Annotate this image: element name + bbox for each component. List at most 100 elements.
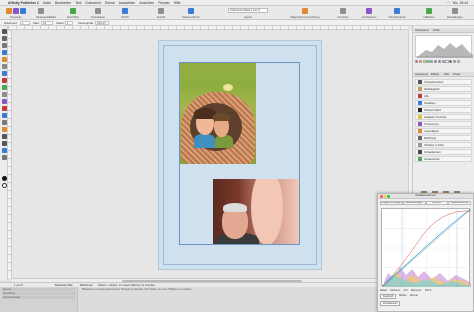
ctx-dokument-field[interactable]: 1 [20, 21, 30, 25]
snapping-icon[interactable] [302, 8, 308, 14]
adjustment-item[interactable]: Gradation [415, 100, 472, 106]
mode-select[interactable]: Normal [410, 294, 418, 299]
node-tool-icon[interactable] [1, 36, 7, 41]
font-icon[interactable] [122, 8, 128, 14]
menu-auswaehlen[interactable]: Auswählen [119, 1, 136, 5]
menu-dokument[interactable]: Dokument [85, 1, 100, 5]
combine-icon[interactable] [366, 8, 372, 14]
wifi-icon[interactable]: ◠ [447, 1, 450, 5]
curves-dialog[interactable]: Gradationskurven Vorgabe hinzufügen Zusa… [377, 193, 474, 312]
adjustment-item[interactable]: Tonwertkorrektur [415, 79, 472, 85]
opacity-button[interactable]: Deckkraft [380, 294, 397, 299]
adjustment-item[interactable]: Tontrennung [415, 121, 472, 127]
curves-max-value[interactable]: 100 % [425, 289, 432, 292]
adjustment-item[interactable]: Belichtung [415, 135, 472, 141]
background-icon[interactable] [38, 8, 44, 14]
swatch[interactable] [445, 60, 449, 64]
swatch[interactable] [426, 60, 430, 64]
transform-icon[interactable] [394, 8, 400, 14]
tab-anpassung[interactable]: Anpassung [415, 73, 428, 76]
ctx-masze-field[interactable]: 210 mm [95, 21, 109, 25]
ellipse-tool-icon[interactable] [1, 99, 7, 104]
bottom-panel-row[interactable]: Zwischenablage [2, 296, 75, 299]
arrange-icon[interactable] [340, 8, 346, 14]
preset-combine-button[interactable]: Zusammenführen [448, 201, 471, 205]
align-icon[interactable] [70, 8, 76, 14]
menu-datei[interactable]: Datei [43, 1, 51, 5]
curves-channel[interactable]: Master [380, 289, 387, 292]
fill-tool-icon[interactable] [1, 85, 7, 90]
persona-publisher-icon[interactable] [6, 8, 12, 14]
adjustment-item[interactable]: HSL [415, 93, 472, 99]
guides-icon[interactable] [426, 8, 432, 14]
artistic-text-tool-icon[interactable] [1, 64, 7, 69]
table-tool-icon[interactable] [1, 50, 7, 55]
reset-button[interactable]: Zurücksetzen [380, 301, 401, 306]
preset-add-button[interactable]: Vorgabe hinzufügen [380, 201, 403, 205]
swatch[interactable] [430, 60, 434, 64]
tab-pinsel[interactable]: Pinsel [453, 73, 460, 76]
menu-ebene[interactable]: Ebene [105, 1, 115, 5]
pencil-tool-icon[interactable] [1, 78, 7, 83]
tab-histogramm[interactable]: Histogramm [415, 29, 429, 32]
tab-effekte[interactable]: Effekte [431, 73, 439, 76]
swatch[interactable] [415, 60, 419, 64]
menu-fenster[interactable]: Fenster [158, 1, 170, 5]
menu-hilfe[interactable]: Hilfe [174, 1, 181, 5]
swatch[interactable] [422, 60, 426, 64]
color-stroke-icon[interactable] [1, 183, 7, 188]
vector-crop-tool-icon[interactable] [1, 155, 7, 160]
page-break-icon[interactable] [188, 8, 194, 14]
settings-icon[interactable] [452, 8, 458, 14]
maximize-icon[interactable] [387, 195, 390, 198]
hand-tool-icon[interactable] [1, 134, 7, 139]
adjustment-item[interactable]: Weißabgleich [415, 86, 472, 92]
swatch[interactable] [433, 60, 438, 64]
adjustment-item[interactable]: Helligkeit / Kontrast [415, 114, 472, 120]
app-menu[interactable]: Affinity Publisher 2 [8, 1, 39, 5]
zoom-tool-icon[interactable] [1, 141, 7, 146]
close-icon[interactable] [380, 195, 383, 198]
move-tool-icon[interactable] [1, 29, 7, 34]
preset-merge-button[interactable]: Zusammenfügen [402, 201, 426, 205]
swatch[interactable] [452, 60, 457, 64]
brush-tool-icon[interactable] [1, 148, 7, 153]
ctx-seiten-field[interactable]: 1 [65, 21, 73, 25]
crop-tool-icon[interactable] [1, 120, 7, 125]
transparency-tool-icon[interactable] [1, 43, 7, 48]
preset-delete-button[interactable]: Löschen [425, 201, 449, 205]
picture-frame-tool-icon[interactable] [1, 106, 7, 111]
adjustment-item[interactable]: Kanalmischer [415, 156, 472, 162]
curves-titlebar[interactable]: Gradationskurven [378, 194, 473, 199]
document-selector[interactable]: Unbenannt (Seite 1 von 1) [228, 8, 268, 13]
selected-frame-outline[interactable] [179, 62, 300, 245]
place-image-tool-icon[interactable] [1, 113, 7, 118]
swatch[interactable] [456, 60, 461, 64]
tab-farbe[interactable]: Farbe [433, 29, 440, 32]
frame-text-tool-icon[interactable] [1, 57, 7, 62]
view-icon[interactable] [158, 8, 164, 14]
color-fill-icon[interactable] [1, 176, 7, 181]
persona-designer-icon[interactable] [20, 8, 26, 14]
format-icon[interactable] [95, 8, 101, 14]
adjustment-item[interactable]: Schwarz-Weiß [415, 107, 472, 113]
curves-min-value[interactable]: 0 % [404, 289, 408, 292]
swatch[interactable] [418, 60, 423, 64]
bottom-panel-row[interactable]: Ebenen [2, 288, 75, 291]
adjustment-item[interactable]: Schatten / Lichter [415, 142, 472, 148]
rectangle-tool-icon[interactable] [1, 92, 7, 97]
swatch[interactable] [449, 60, 453, 64]
swatch[interactable] [437, 60, 442, 64]
ctx-start-field[interactable]: A4 [41, 21, 53, 25]
bottom-panel-row[interactable]: Grundlinien [2, 292, 75, 295]
persona-photo-icon[interactable] [13, 8, 19, 14]
curves-graph[interactable] [381, 208, 471, 287]
menu-bearbeiten[interactable]: Bearbeiten [55, 1, 71, 5]
menu-text[interactable]: Text [75, 1, 81, 5]
tab-stile[interactable]: Stile [444, 73, 449, 76]
adjustment-item[interactable]: Schwellenwert [415, 149, 472, 155]
pen-tool-icon[interactable] [1, 71, 7, 76]
menu-ansichten[interactable]: Ansichten [139, 1, 154, 5]
swatch[interactable] [441, 60, 445, 64]
minimize-icon[interactable] [383, 195, 386, 198]
